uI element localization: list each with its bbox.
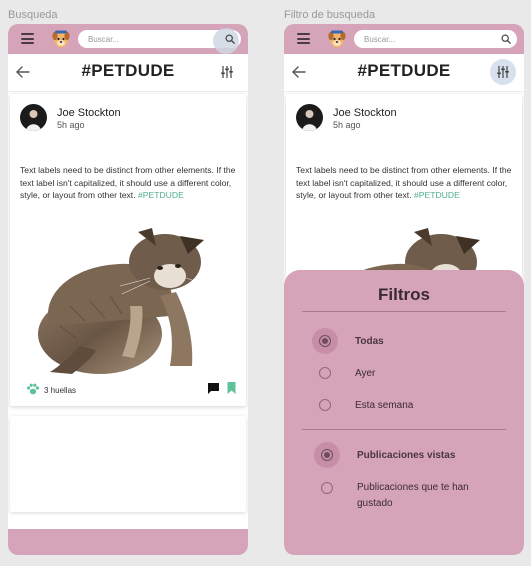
filter-label-publicaciones-gustado: Publicaciones que te han gustado xyxy=(357,482,469,509)
post-card-placeholder xyxy=(10,416,246,512)
menu-icon[interactable] xyxy=(297,33,310,44)
likes-count: 3 huellas xyxy=(44,386,77,395)
post-hashtag[interactable]: #PETDUDE xyxy=(414,190,460,200)
radio[interactable] xyxy=(321,482,333,494)
search-icon xyxy=(501,34,511,44)
filter-label-esta-semana: Esta semana xyxy=(355,400,414,411)
phone-search-screen: #PETDUDE Joe Stockton 5h ago Text labels… xyxy=(8,24,248,555)
search-button[interactable] xyxy=(499,32,513,46)
dog-logo-icon[interactable] xyxy=(50,28,72,50)
user-photo-icon xyxy=(302,110,317,131)
radio[interactable] xyxy=(319,367,331,379)
dog-logo-icon[interactable] xyxy=(326,28,348,50)
post-time: 5h ago xyxy=(333,120,361,130)
filter-label-publicaciones-vistas: Publicaciones vistas xyxy=(357,450,456,461)
cat-image xyxy=(38,228,211,374)
menu-icon[interactable] xyxy=(21,33,34,44)
post-body: Text labels need to be distinct from oth… xyxy=(296,165,512,201)
page-header: #PETDUDE xyxy=(284,54,524,92)
post-card: Joe Stockton 5h ago Text labels need to … xyxy=(10,94,246,406)
radio-selected[interactable] xyxy=(314,442,340,468)
search-button[interactable] xyxy=(213,28,239,54)
filter-label-todas: Todas xyxy=(355,336,384,347)
search-icon xyxy=(225,34,235,44)
search-input[interactable] xyxy=(364,33,484,45)
frame-label-busqueda: Busqueda xyxy=(8,9,58,21)
top-bar xyxy=(8,24,248,54)
top-bar xyxy=(284,24,524,54)
sliders-icon xyxy=(497,66,509,78)
sliders-icon xyxy=(221,66,233,78)
filter-sheet-title: Filtros xyxy=(378,285,430,304)
page-title: #PETDUDE xyxy=(81,61,175,80)
frame-label-filtro: Filtro de busqueda xyxy=(284,9,376,21)
radio-selected[interactable] xyxy=(312,328,338,354)
phone-filter-screen: #PETDUDE Joe Stockton 5h ago Text labels… xyxy=(284,24,524,555)
user-name[interactable]: Joe Stockton xyxy=(57,107,121,119)
filter-button[interactable] xyxy=(490,59,516,85)
post-body: Text labels need to be distinct from oth… xyxy=(20,165,236,201)
page-title: #PETDUDE xyxy=(357,61,451,80)
page-header: #PETDUDE xyxy=(8,54,248,92)
post-text: Text labels need to be distinct from oth… xyxy=(296,164,516,202)
paw-icon[interactable] xyxy=(26,382,40,396)
avatar[interactable] xyxy=(20,104,47,131)
user-photo-icon xyxy=(26,110,41,131)
post-text: Text labels need to be distinct from oth… xyxy=(20,164,240,202)
filter-label-ayer: Ayer xyxy=(355,368,376,379)
post-actions: 3 huellas xyxy=(10,378,246,402)
search-box xyxy=(354,30,517,48)
post-image-cat[interactable] xyxy=(10,226,246,374)
filter-button[interactable] xyxy=(214,59,240,85)
radio[interactable] xyxy=(319,399,331,411)
divider xyxy=(302,429,506,430)
post-hashtag[interactable]: #PETDUDE xyxy=(138,190,184,200)
filter-sheet: Filtros Todas Ayer Esta semana Publicaci… xyxy=(284,270,524,555)
avatar[interactable] xyxy=(296,104,323,131)
search-box xyxy=(78,28,241,54)
comment-icon[interactable] xyxy=(207,382,220,395)
bookmark-icon[interactable] xyxy=(226,381,237,395)
user-name[interactable]: Joe Stockton xyxy=(333,107,397,119)
divider xyxy=(302,311,506,312)
post-time: 5h ago xyxy=(57,120,85,130)
bottom-bar xyxy=(8,529,248,555)
search-input[interactable] xyxy=(88,33,208,45)
